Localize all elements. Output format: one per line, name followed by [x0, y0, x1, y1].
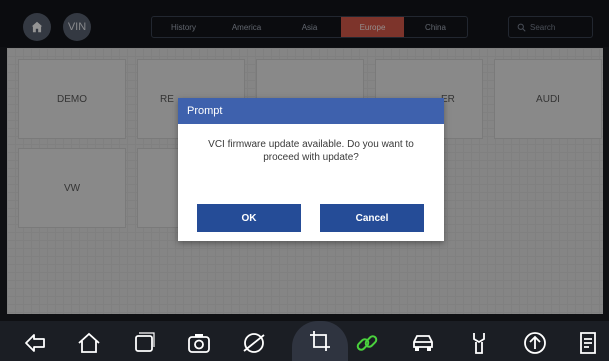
vci-link-button[interactable]: [354, 330, 380, 356]
ok-button[interactable]: OK: [197, 204, 301, 232]
car-icon: [413, 335, 433, 351]
report-button[interactable]: [575, 330, 601, 356]
home-nav-button[interactable]: [76, 330, 102, 356]
tools-button[interactable]: [466, 330, 492, 356]
screenshot-button[interactable]: [186, 330, 212, 356]
vehicle-button[interactable]: [410, 330, 436, 356]
update-button[interactable]: [522, 330, 548, 356]
wrench-icon: [473, 333, 485, 354]
camera-icon: [188, 334, 210, 353]
prompt-dialog: Prompt VCI firmware update available. Do…: [178, 98, 444, 241]
ok-label: OK: [241, 212, 257, 224]
home-icon: [78, 332, 100, 353]
back-icon: [25, 334, 45, 352]
recent-apps-icon: [135, 332, 155, 352]
browser-icon: [243, 333, 265, 353]
dialog-message: VCI firmware update available. Do you wa…: [208, 139, 414, 163]
cancel-label: Cancel: [355, 212, 389, 224]
upload-icon: [524, 332, 546, 354]
back-button[interactable]: [22, 330, 48, 356]
browser-button[interactable]: [241, 330, 267, 356]
bottom-nav: [0, 321, 609, 361]
link-icon: [356, 335, 378, 351]
cancel-button[interactable]: Cancel: [320, 204, 424, 232]
recent-apps-button[interactable]: [131, 330, 157, 356]
dialog-title: Prompt: [178, 98, 444, 124]
crop-icon: [310, 331, 330, 351]
document-icon: [580, 332, 596, 354]
crop-button[interactable]: [292, 321, 348, 361]
